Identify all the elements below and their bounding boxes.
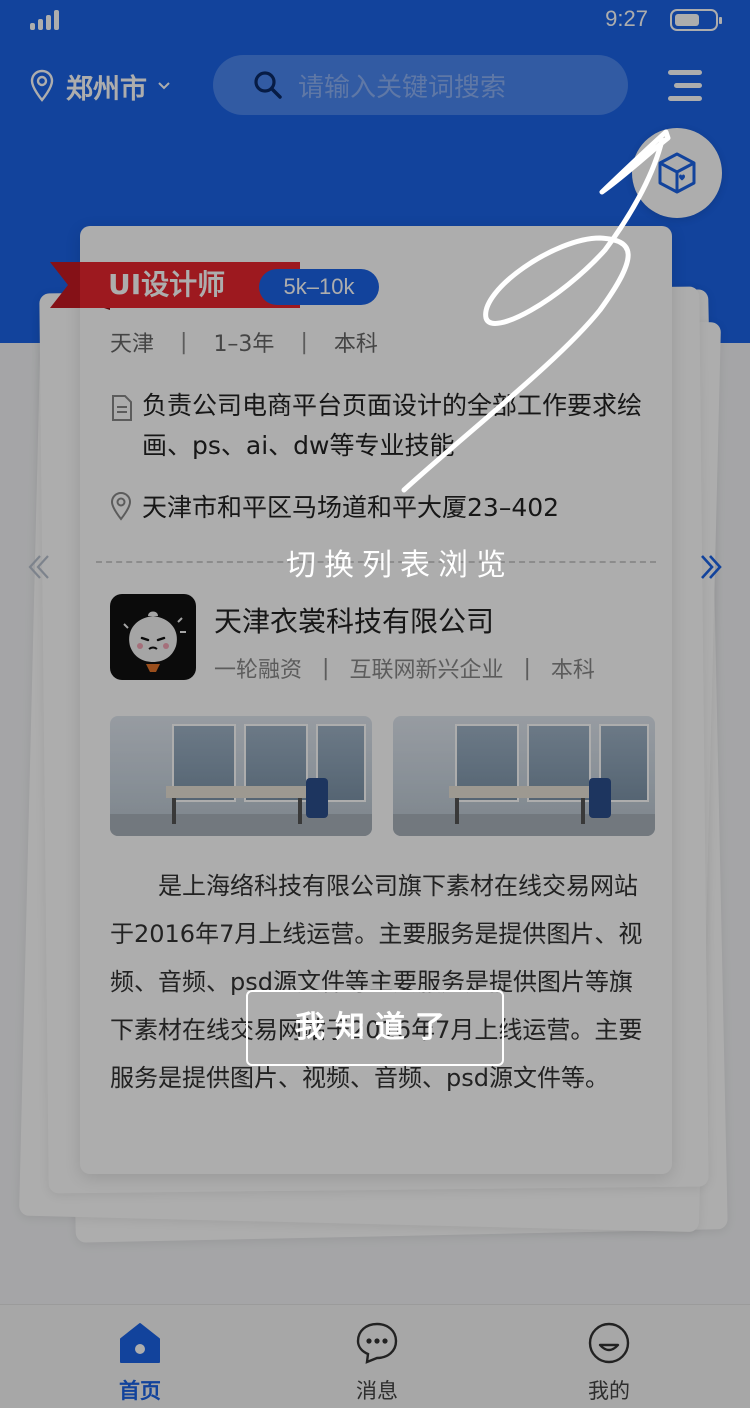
- got-it-button[interactable]: 我知道了: [246, 990, 504, 1066]
- guide-arrow-icon: [401, 129, 671, 493]
- job-list-screen: 9:27 郑州市 请输入关键词搜索 UI设计师 5k–10k 天津 | 1–3年…: [0, 0, 750, 1408]
- guide-tip-text: 切换列表浏览: [286, 548, 514, 583]
